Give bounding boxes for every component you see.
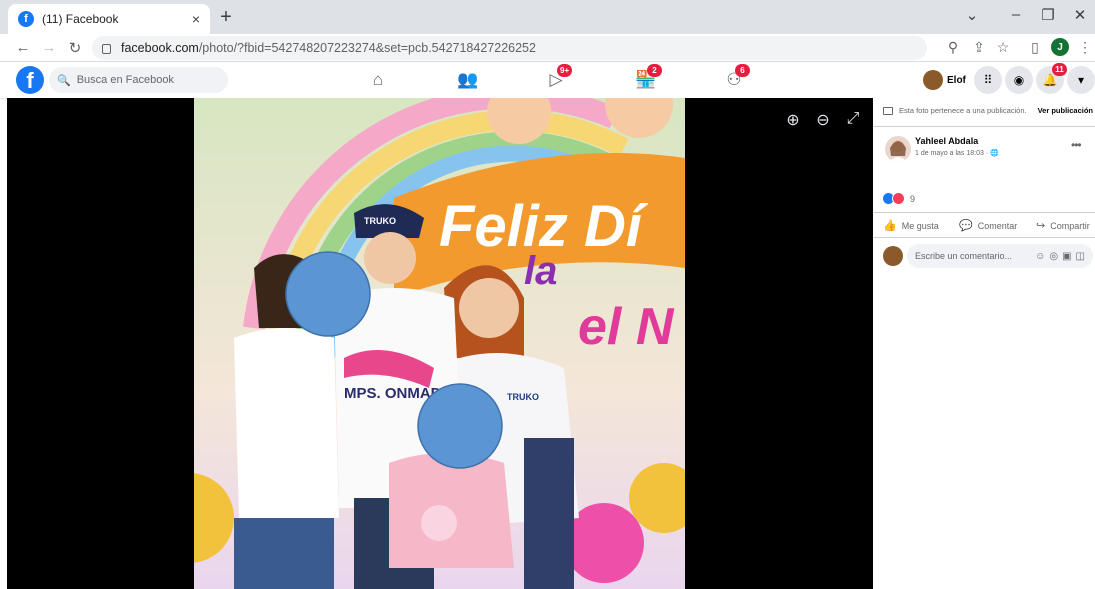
browser-tab[interactable]: f (11) Facebook ×	[8, 4, 210, 34]
author-avatar-illustration	[889, 140, 907, 162]
avatar	[923, 70, 943, 90]
address-bar-row: ← → ↻ facebook.com /photo/?fbid=54274820…	[0, 34, 1095, 62]
notifications-badge: 11	[1052, 63, 1067, 76]
comment-label: Comentar	[977, 220, 1018, 231]
zoom-out-icon[interactable]: ⊖	[813, 110, 833, 130]
post-date-text: 1 de mayo a las 18:03 ·	[915, 150, 989, 157]
comment-input[interactable]: Escribe un comentario... ☺ ◎ ▣ ◫	[907, 244, 1093, 268]
account-menu-button[interactable]: ▾	[1067, 66, 1095, 94]
emoji-icon[interactable]: ☺	[1035, 251, 1045, 262]
post-date: 1 de mayo a las 18:03 · 🌐	[915, 149, 999, 157]
author-avatar[interactable]	[885, 136, 911, 162]
tab-search-icon[interactable]: ⌄	[960, 6, 984, 24]
facebook-logo-icon[interactable]: f	[16, 66, 44, 94]
back-icon[interactable]: ←	[14, 39, 32, 56]
photo-viewer: Feliz Dí la el N TRUKO TRUKO MPS. ONMADR…	[7, 98, 873, 589]
caret-down-icon: ▾	[1077, 73, 1085, 87]
nav-home-icon[interactable]: ⌂	[366, 68, 390, 92]
love-reaction-icon	[892, 192, 905, 205]
reactions-summary[interactable]: 9	[882, 192, 915, 205]
lock-icon	[102, 44, 111, 54]
banner-text-2: la	[524, 249, 557, 293]
url-path: /photo/?fbid=542748207223274&set=pcb.542…	[198, 41, 536, 55]
nav-marketplace-icon[interactable]: 🏪 2	[634, 64, 662, 92]
search-placeholder: Busca en Facebook	[76, 74, 174, 86]
notifications-button[interactable]: 🔔 11	[1036, 63, 1067, 94]
cap-text: TRUKO	[364, 216, 396, 226]
fb-profile-shortcut[interactable]: Elof	[923, 70, 966, 90]
messenger-icon: ◉	[1013, 73, 1025, 87]
reload-icon[interactable]: ↻	[66, 39, 84, 57]
tab-title: (11) Facebook	[42, 12, 119, 26]
divider	[873, 126, 1095, 127]
zoom-in-icon[interactable]: ⊕	[783, 110, 803, 130]
close-window-icon[interactable]: ✕	[1068, 6, 1092, 24]
restore-icon[interactable]: ❐	[1036, 6, 1060, 24]
chrome-menu-icon[interactable]: ⋮	[1076, 39, 1094, 56]
comment-placeholder: Escribe un comentario...	[915, 251, 1013, 261]
author-name[interactable]: Yahleel Abdala	[915, 136, 978, 146]
groups-badge: 6	[735, 64, 750, 77]
url-bar[interactable]: facebook.com /photo/?fbid=54274820722327…	[92, 36, 927, 60]
like-label: Me gusta	[901, 220, 939, 231]
banner-text-3: el N	[578, 298, 675, 356]
grid-icon: ⠿	[983, 73, 993, 87]
nav-friends-icon[interactable]: 👥	[456, 68, 480, 92]
globe-icon: 🌐	[990, 150, 999, 157]
zoom-icon[interactable]: ⚲	[944, 39, 962, 56]
messenger-button[interactable]: ◉	[1005, 66, 1033, 94]
reaction-count: 9	[910, 193, 916, 204]
marketplace-badge: 2	[647, 64, 662, 77]
search-icon: 🔍	[57, 74, 71, 87]
share-button[interactable]: ↪ Compartir	[1036, 219, 1090, 232]
forward-icon[interactable]: →	[40, 39, 58, 56]
side-panel-icon[interactable]: ▯	[1026, 39, 1044, 56]
facebook-search-input[interactable]: 🔍 Busca en Facebook	[49, 67, 228, 93]
comment-button[interactable]: 💬 Comentar	[959, 219, 1017, 232]
profile-name: Elof	[947, 74, 966, 86]
post-photo[interactable]: Feliz Dí la el N TRUKO TRUKO MPS. ONMADR…	[194, 98, 685, 589]
new-tab-button[interactable]: +	[216, 7, 236, 28]
share-icon[interactable]: ⇪	[970, 39, 988, 56]
publication-note-text: Esta foto pertenece a una publicación.	[899, 106, 1027, 115]
more-options-icon[interactable]: •••	[1071, 138, 1082, 152]
photo-side-panel: Esta foto pertenece a una publicación. V…	[873, 98, 1095, 589]
thumbs-up-icon: 👍	[883, 220, 897, 232]
tab-close-icon[interactable]: ×	[192, 11, 200, 27]
photo-illustration: Feliz Dí la el N TRUKO TRUKO MPS. ONMADR…	[194, 98, 685, 589]
gif-icon[interactable]: ▣	[1062, 251, 1071, 262]
comment-icon: 💬	[959, 220, 973, 232]
bookmark-star-icon[interactable]: ☆	[994, 39, 1012, 56]
fullscreen-icon[interactable]: ⤢	[843, 110, 863, 128]
commenter-avatar	[883, 246, 903, 266]
nav-groups-icon[interactable]: ⚇ 6	[722, 64, 750, 92]
nav-watch-icon[interactable]: ▷ 9+	[544, 64, 573, 92]
url-host: facebook.com	[121, 41, 199, 55]
publication-note: Esta foto pertenece a una publicación. V…	[883, 106, 1093, 115]
sticker-icon[interactable]: ◫	[1076, 251, 1085, 262]
camera-icon[interactable]: ◎	[1049, 251, 1058, 262]
facebook-favicon-icon: f	[18, 11, 34, 27]
share-label: Compartir	[1050, 220, 1090, 231]
share-arrow-icon: ↪	[1036, 220, 1046, 232]
watch-badge: 9+	[557, 64, 573, 77]
chrome-profile-avatar[interactable]: J	[1051, 38, 1069, 56]
view-publication-link[interactable]: Ver publicación	[1038, 106, 1093, 115]
browser-tab-strip: f (11) Facebook × + ⌄ – ❐ ✕	[0, 0, 1095, 34]
facebook-header: f 🔍 Busca en Facebook ⌂ 👥 ▷ 9+ 🏪 2 ⚇ 6 E…	[0, 62, 1095, 98]
comment-tools: ☺ ◎ ▣ ◫	[1035, 251, 1085, 262]
post-actions: 👍 Me gusta 💬 Comentar ↪ Compartir	[873, 212, 1095, 238]
menu-grid-button[interactable]: ⠿	[974, 66, 1002, 94]
post-icon	[883, 106, 893, 115]
minimize-icon[interactable]: –	[1004, 6, 1028, 23]
like-button[interactable]: 👍 Me gusta	[883, 219, 939, 232]
shirt-logo: TRUKO	[507, 392, 539, 402]
